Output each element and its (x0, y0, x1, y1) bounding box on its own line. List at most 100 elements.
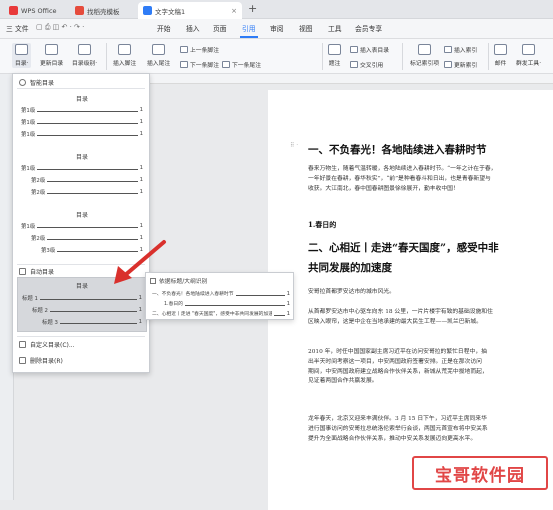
wps-logo-icon (9, 6, 18, 15)
footnote-icon (118, 44, 132, 55)
doc-heading-2: 二、心相近丨走进“春天国度”，感受中非 (308, 242, 499, 254)
custom-toc-icon (19, 341, 26, 348)
insert-index-button[interactable]: 插入索引 (444, 45, 477, 54)
update-toc-icon (45, 44, 59, 55)
menu-member[interactable]: 会员专享 (355, 23, 382, 33)
insert-table-of-figures-button[interactable]: 插入表目录 (350, 45, 389, 54)
insert-endnote-button[interactable]: 插入尾注 (147, 44, 170, 67)
tab-wps-office-label: WPS Office (21, 6, 57, 15)
menu-bar: 三 文件 ▢ ⎙ ◫ ↶ · ↷ · 开始 插入 页面 引用 审阅 视图 工具 … (0, 19, 553, 39)
toc-level-icon (78, 44, 92, 55)
active-menu-indicator (240, 36, 258, 38)
mark-index-icon (418, 44, 431, 55)
next-endnote-button[interactable]: 下一条尾注 (222, 60, 261, 69)
smart-toc-icon (19, 79, 26, 86)
ribbon-divider (488, 43, 489, 70)
toc-line: 第2级 1 (31, 189, 143, 196)
auto-toc-header: 自动目录 (19, 267, 54, 276)
next-endnote-icon (222, 61, 230, 68)
doc-paragraph-3: 从首都罗安达市中心驱车向东 18 公里，一片片楼宇有致的基础设施和住 区映入眼帘… (308, 309, 493, 325)
site-watermark: 宝哥软件园 (412, 456, 548, 490)
next-footnote-button-small[interactable]: 下一条脚注 (180, 60, 219, 69)
tab-wps-office[interactable]: WPS Office (4, 2, 62, 19)
smart-toc-header: 智能目录 (19, 78, 54, 87)
doc-heading-2-cont: 共同发展的加速度 (308, 262, 392, 274)
quick-access-icons[interactable]: ▢ ⎙ ◫ ↶ · ↷ · (36, 23, 84, 32)
menu-references[interactable]: 引用 (242, 23, 256, 33)
flyout-toc-line: 一、不负春光！各地陆续进入春耕时节 1 (152, 290, 290, 298)
title-tab-bar: WPS Office 找稻壳模板 文字文稿1 × + (0, 0, 553, 19)
horizontal-ruler[interactable] (150, 74, 553, 84)
update-index-icon (444, 61, 452, 68)
custom-toc-menu-item[interactable]: 自定义目录(C)... (19, 340, 75, 349)
smart-toc-option-2[interactable]: 目录 第1级 1 第2级 1 第2级 1 (15, 148, 149, 206)
tab-template[interactable]: 找稻壳模板 (70, 2, 125, 19)
menu-home[interactable]: 开始 (157, 23, 171, 33)
toc-line: 标题 11 (22, 295, 142, 302)
doc-paragraph-1: 春来万物生，随着气温转暖，各地陆续进入春耕时节。“一年之计在于春， 一年好景在春… (308, 166, 497, 192)
endnote-icon (152, 44, 166, 55)
toc-line: 第1级 1 (21, 119, 143, 126)
menu-file[interactable]: 三 文件 (6, 23, 29, 33)
flyout-toc-line: 二、心相近丨走进 "春天国度"，感受中非共同发展的加速度 1 (152, 310, 290, 318)
drag-handle-icon[interactable]: ⠿ · (290, 142, 298, 149)
mail-button[interactable]: 邮件 (494, 44, 507, 67)
update-index-button[interactable]: 更新索引 (444, 60, 477, 69)
tab-template-label: 找稻壳模板 (87, 7, 120, 16)
menu-page[interactable]: 页面 (213, 23, 227, 33)
insert-index-icon (444, 46, 452, 53)
toc-line: 第2级 1 (31, 177, 143, 184)
update-toc-button[interactable]: 更新目录 (40, 44, 63, 67)
delete-toc-icon (19, 357, 26, 364)
toc-card-title: 目录 (75, 212, 88, 219)
toc-line: 第1级 1 (21, 107, 143, 114)
cross-reference-button[interactable]: 交叉引用 (350, 60, 383, 69)
panel-divider (17, 336, 145, 337)
menu-insert[interactable]: 插入 (186, 23, 200, 33)
template-icon (75, 6, 84, 15)
toc-line: 第1级 1 (21, 223, 143, 230)
doc-paragraph-2: 安哥拉首都罗安达市的城市风光。 (308, 289, 395, 295)
auto-toc-icon (19, 268, 26, 275)
prev-footnote-button[interactable]: 上一条脚注 (180, 45, 219, 54)
tab-document[interactable]: 文字文稿1 × (138, 2, 242, 19)
toc-card-title: 目录 (75, 154, 88, 161)
toc-line: 第1级 1 (21, 165, 143, 172)
toc-line: 标题 31 (42, 319, 142, 326)
toc-card-title: 目录 (75, 96, 88, 103)
doc-subheading: 1.春日的 (308, 220, 337, 229)
menu-view[interactable]: 视图 (299, 23, 313, 33)
toc-button[interactable]: 目录· (12, 43, 32, 68)
toc-line: 第1级 1 (21, 131, 143, 138)
menu-tools[interactable]: 工具 (328, 23, 342, 33)
tab-document-label: 文字文稿1 (155, 7, 186, 16)
toc-dropdown-panel: 智能目录 目录 第1级 1 第1级 1 第1级 1 目录 第1级 1 第2级 1 第2级 1… (12, 73, 150, 373)
mail-merge-button[interactable]: 群发工具· (516, 44, 541, 67)
doc-heading-1: 一、不负春光！各地陆续进入春耕时节 (308, 144, 487, 156)
mail-merge-icon (522, 44, 536, 55)
doc-paragraph-4: 2010 年，时任中国国家副主席习近平在访问安哥拉的繁忙日程中，抽 出半天时间考… (308, 349, 488, 385)
document-icon (143, 6, 152, 15)
caption-button[interactable]: 题注 (328, 44, 341, 67)
ribbon-divider (402, 43, 403, 70)
delete-toc-menu-item[interactable]: 删除目录(R) (19, 356, 63, 365)
mark-index-button[interactable]: 标记索引项 (410, 44, 439, 67)
menu-review[interactable]: 审阅 (270, 23, 284, 33)
caption-icon (328, 44, 341, 55)
new-tab-button[interactable]: + (248, 2, 257, 15)
prev-footnote-icon (180, 46, 188, 53)
table-of-figures-icon (350, 46, 358, 53)
doc-paragraph-5: 龙年春天，北京又迎来丰满伙伴。3 月 15 日下午，习近平主席同来华 进行国事访… (308, 416, 488, 442)
ribbon-divider (106, 43, 107, 70)
smart-toc-option-1[interactable]: 目录 第1级 1 第1级 1 第1级 1 (15, 90, 149, 148)
next-footnote-icon (180, 61, 188, 68)
toc-level-button[interactable]: 目录级别· (72, 44, 97, 67)
document-page[interactable]: ⠿ · 一、不负春光！各地陆续进入春耕时节 春来万物生，随着气温转暖，各地陆续进… (268, 90, 553, 510)
ribbon-divider (322, 43, 323, 70)
insert-footnote-button[interactable]: 插入脚注 (113, 44, 136, 67)
flyout-toc-line: 1.春日的 1 (164, 300, 290, 308)
toc-line: 标题 21 (32, 307, 142, 314)
toc-icon (15, 44, 29, 55)
ribbon-toolbar: 目录· 更新目录 目录级别· 插入脚注 插入尾注 上一条脚注 下一条脚注 下一条… (0, 39, 553, 74)
close-tab-icon[interactable]: × (231, 7, 237, 15)
